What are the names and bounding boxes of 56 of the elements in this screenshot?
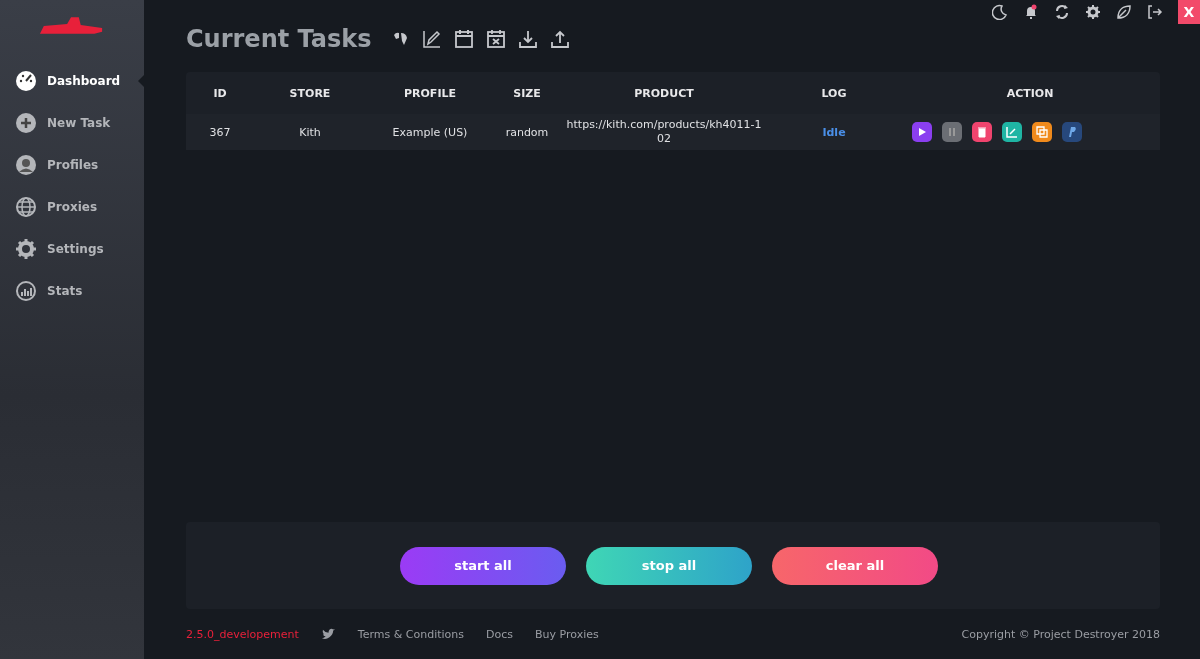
pause-icon (946, 126, 958, 138)
clear-all-button[interactable]: clear all (772, 546, 938, 585)
stats-icon (15, 280, 37, 302)
edit-icon[interactable] (421, 29, 442, 49)
table-cell-text: 367 (208, 125, 232, 139)
calendar-remove-icon[interactable] (485, 29, 506, 49)
version-text: 2.5.0_developement (186, 627, 299, 641)
column-header: ID (212, 86, 228, 100)
table-cell-text: Example (US) (391, 125, 469, 139)
footer-link[interactable]: Buy Proxies (535, 627, 599, 641)
pause-button[interactable] (942, 122, 962, 142)
copy-icon (1036, 126, 1048, 138)
leaf-icon[interactable] (1116, 4, 1132, 20)
status-text: Idle (821, 125, 847, 139)
sidebar-item[interactable]: Proxies (0, 196, 144, 218)
play-button[interactable] (912, 122, 932, 142)
footer-link[interactable]: Terms & Conditions (357, 627, 464, 641)
sidebar-item[interactable]: Profiles (0, 154, 144, 176)
column-header: STORE (288, 86, 332, 100)
start-all-button[interactable]: start all (400, 546, 566, 585)
footer-link[interactable]: Docs (486, 627, 513, 641)
plus-icon (15, 112, 37, 134)
download-icon[interactable] (517, 29, 538, 49)
column-header: ACTION (1005, 86, 1055, 100)
column-header: SIZE (512, 86, 542, 100)
table-cell-text: https://kith.com/products/kh4011-102 (565, 118, 763, 146)
sidebar-item[interactable]: Dashboard (0, 70, 144, 92)
table-cell-text: random (504, 125, 550, 139)
settings-icon[interactable] (1085, 4, 1101, 20)
logout-icon[interactable] (1147, 4, 1163, 20)
close-button[interactable]: X (1178, 0, 1200, 24)
upload-icon[interactable] (549, 29, 570, 49)
letter-p-icon (1066, 126, 1078, 138)
delete-button[interactable] (972, 122, 992, 142)
refresh-icon[interactable] (1054, 4, 1070, 20)
profile-icon (15, 154, 37, 176)
sidebar-item[interactable]: New Task (0, 112, 144, 134)
edit-button[interactable] (1002, 122, 1022, 142)
chart-edit-icon (1006, 126, 1018, 138)
play-icon (916, 126, 928, 138)
trash-icon (976, 126, 988, 138)
copyright-text: Copyright © Project Destroyer 2018 (961, 627, 1160, 641)
copy-button[interactable] (1032, 122, 1052, 142)
sidebar-item[interactable]: Settings (0, 238, 144, 260)
page-title: Current Tasks (186, 25, 372, 53)
gear-icon (15, 238, 37, 260)
column-header: PROFILE (403, 86, 457, 100)
dashboard-icon (15, 70, 37, 92)
table-cell-text: Kith (298, 125, 322, 139)
moon-icon[interactable] (992, 4, 1008, 20)
column-header: LOG (820, 86, 848, 100)
calendar-icon[interactable] (453, 29, 474, 49)
bird-icon[interactable] (320, 627, 336, 641)
sidebar-item[interactable]: Stats (0, 280, 144, 302)
pay-button[interactable] (1062, 122, 1082, 142)
column-header: PRODUCT (633, 86, 695, 100)
